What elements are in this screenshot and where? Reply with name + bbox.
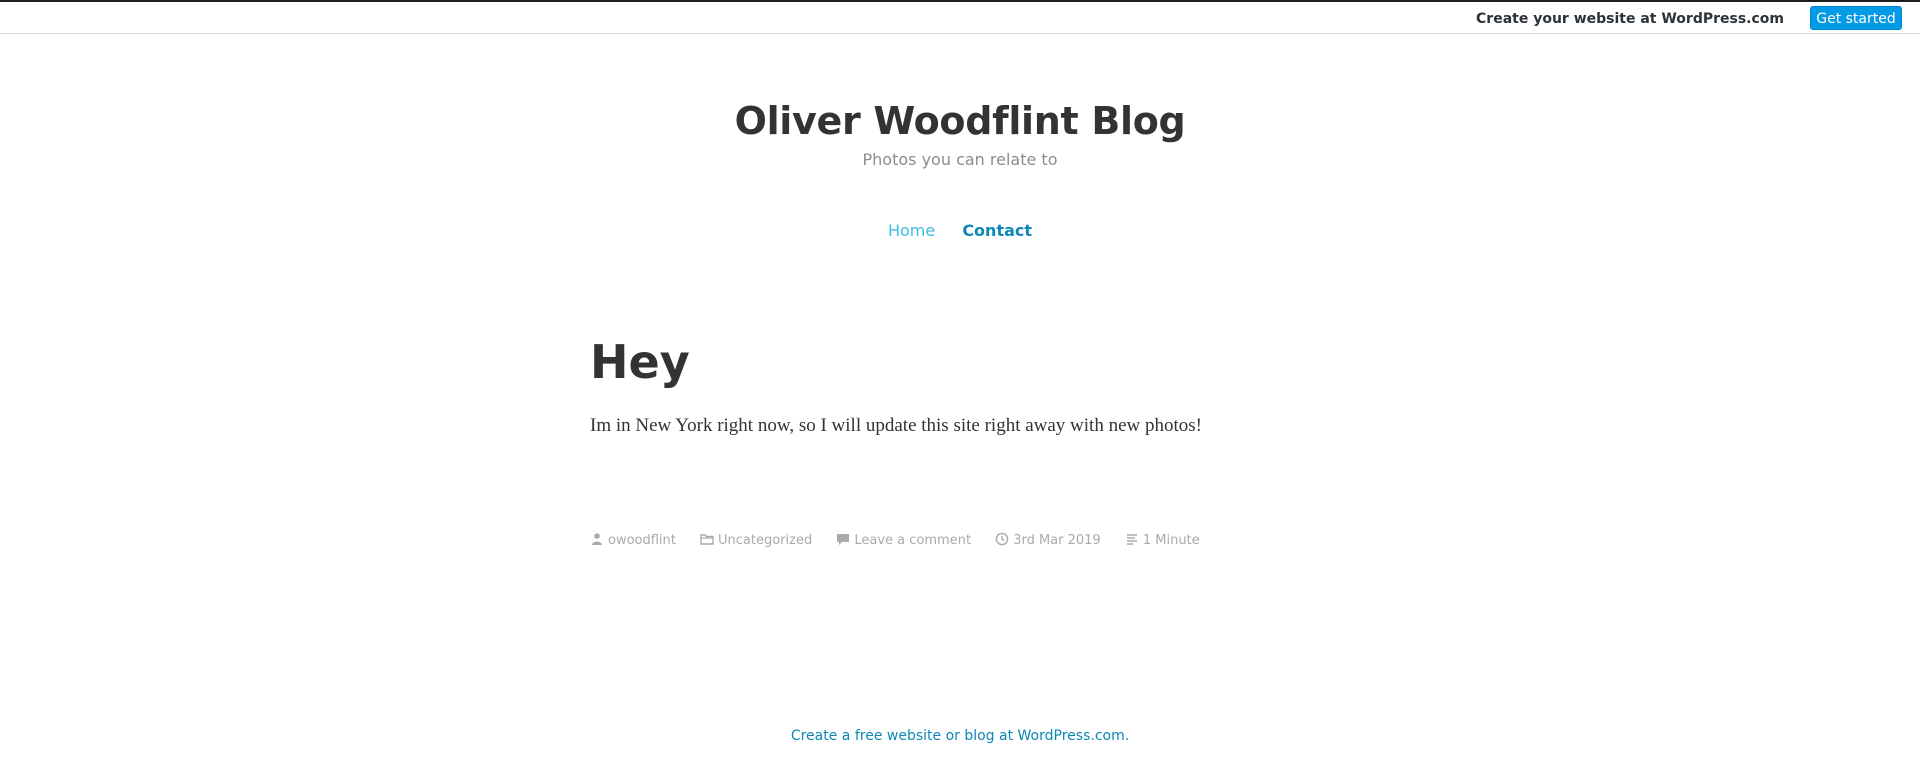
post-reading-time: 1 Minute [1125, 532, 1200, 550]
folder-icon [700, 532, 714, 546]
post-date-link[interactable]: 3rd Mar 2019 [1013, 533, 1101, 548]
post-title[interactable]: Hey [590, 332, 1330, 392]
reading-time-text: 1 Minute [1142, 533, 1200, 548]
footer-wordpress-link[interactable]: Create a free website or blog at WordPre… [791, 728, 1129, 744]
create-website-link[interactable]: Create your website at WordPress.com [1476, 11, 1784, 27]
post-body: Im in New York right now, so I will upda… [590, 415, 1202, 436]
leave-comment-link[interactable]: Leave a comment [854, 533, 971, 548]
nav-item-home[interactable]: Home [888, 220, 935, 242]
nav-item-contact[interactable]: Contact [962, 220, 1032, 242]
wpcom-top-bar: Create your website at WordPress.com Get… [0, 0, 1920, 34]
site-footer: Create a free website or blog at WordPre… [0, 727, 1920, 745]
clock-icon [995, 532, 1009, 546]
post-author: owoodflint [590, 532, 676, 550]
person-icon [590, 532, 604, 546]
post: Hey Im in New York right now, so I will … [590, 332, 1330, 459]
comment-icon [836, 532, 850, 546]
post-date: 3rd Mar 2019 [995, 532, 1101, 550]
get-started-button[interactable]: Get started [1810, 6, 1902, 30]
site-header: Oliver Woodflint Blog Photos you can rel… [0, 96, 1920, 170]
post-meta: owoodflint Uncategorized Leave a comment… [590, 532, 1220, 550]
main-navigation: Home Contact [0, 220, 1920, 242]
post-category-link[interactable]: Uncategorized [718, 533, 812, 548]
post-comments: Leave a comment [836, 532, 971, 550]
site-tagline: Photos you can relate to [862, 150, 1058, 169]
reading-time-icon [1125, 532, 1139, 546]
post-author-link[interactable]: owoodflint [608, 533, 676, 548]
site-title[interactable]: Oliver Woodflint Blog [0, 96, 1920, 146]
post-category: Uncategorized [700, 532, 812, 550]
